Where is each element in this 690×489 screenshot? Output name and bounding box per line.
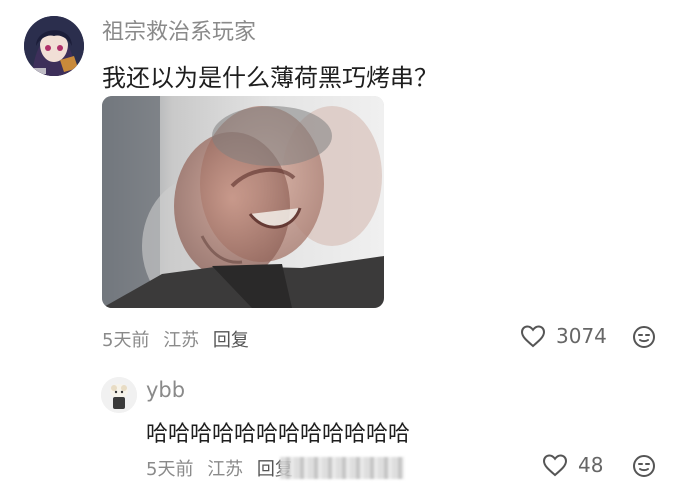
reply-like-count: 48 (578, 453, 604, 477)
reply-text: 哈哈哈哈哈哈哈哈哈哈哈哈 (146, 422, 411, 447)
reply-username[interactable]: ybb (146, 378, 185, 402)
user-avatar-icon (101, 377, 137, 413)
reply-time: 5天前 (146, 459, 194, 480)
reply-location: 江苏 (207, 459, 244, 480)
reply-like-button[interactable]: 48 (542, 453, 603, 477)
emoji-reaction-icon[interactable] (632, 454, 656, 478)
meme-image-icon (102, 96, 384, 308)
reply-meta: 5天前 江苏 回复 (146, 455, 301, 481)
reply-button[interactable]: 回复 (213, 330, 249, 351)
heart-icon (520, 325, 546, 348)
heart-icon (542, 454, 568, 477)
like-count: 3074 (556, 324, 607, 348)
blurred-region (280, 457, 404, 479)
commenter-username[interactable]: 祖宗救治系玩家 (102, 14, 256, 46)
anime-avatar-icon (24, 16, 84, 76)
comment-location: 江苏 (163, 330, 200, 351)
like-button[interactable]: 3074 (520, 324, 607, 348)
reply-avatar[interactable] (101, 377, 137, 413)
emoji-reaction-icon[interactable] (632, 325, 656, 349)
comment-meta: 5天前 江苏 回复 (102, 326, 257, 352)
comment-image[interactable] (102, 96, 384, 308)
comment-time: 5天前 (102, 330, 150, 351)
commenter-avatar[interactable] (24, 16, 84, 76)
comment-text: 我还以为是什么薄荷黑巧烤串？ (102, 64, 438, 92)
